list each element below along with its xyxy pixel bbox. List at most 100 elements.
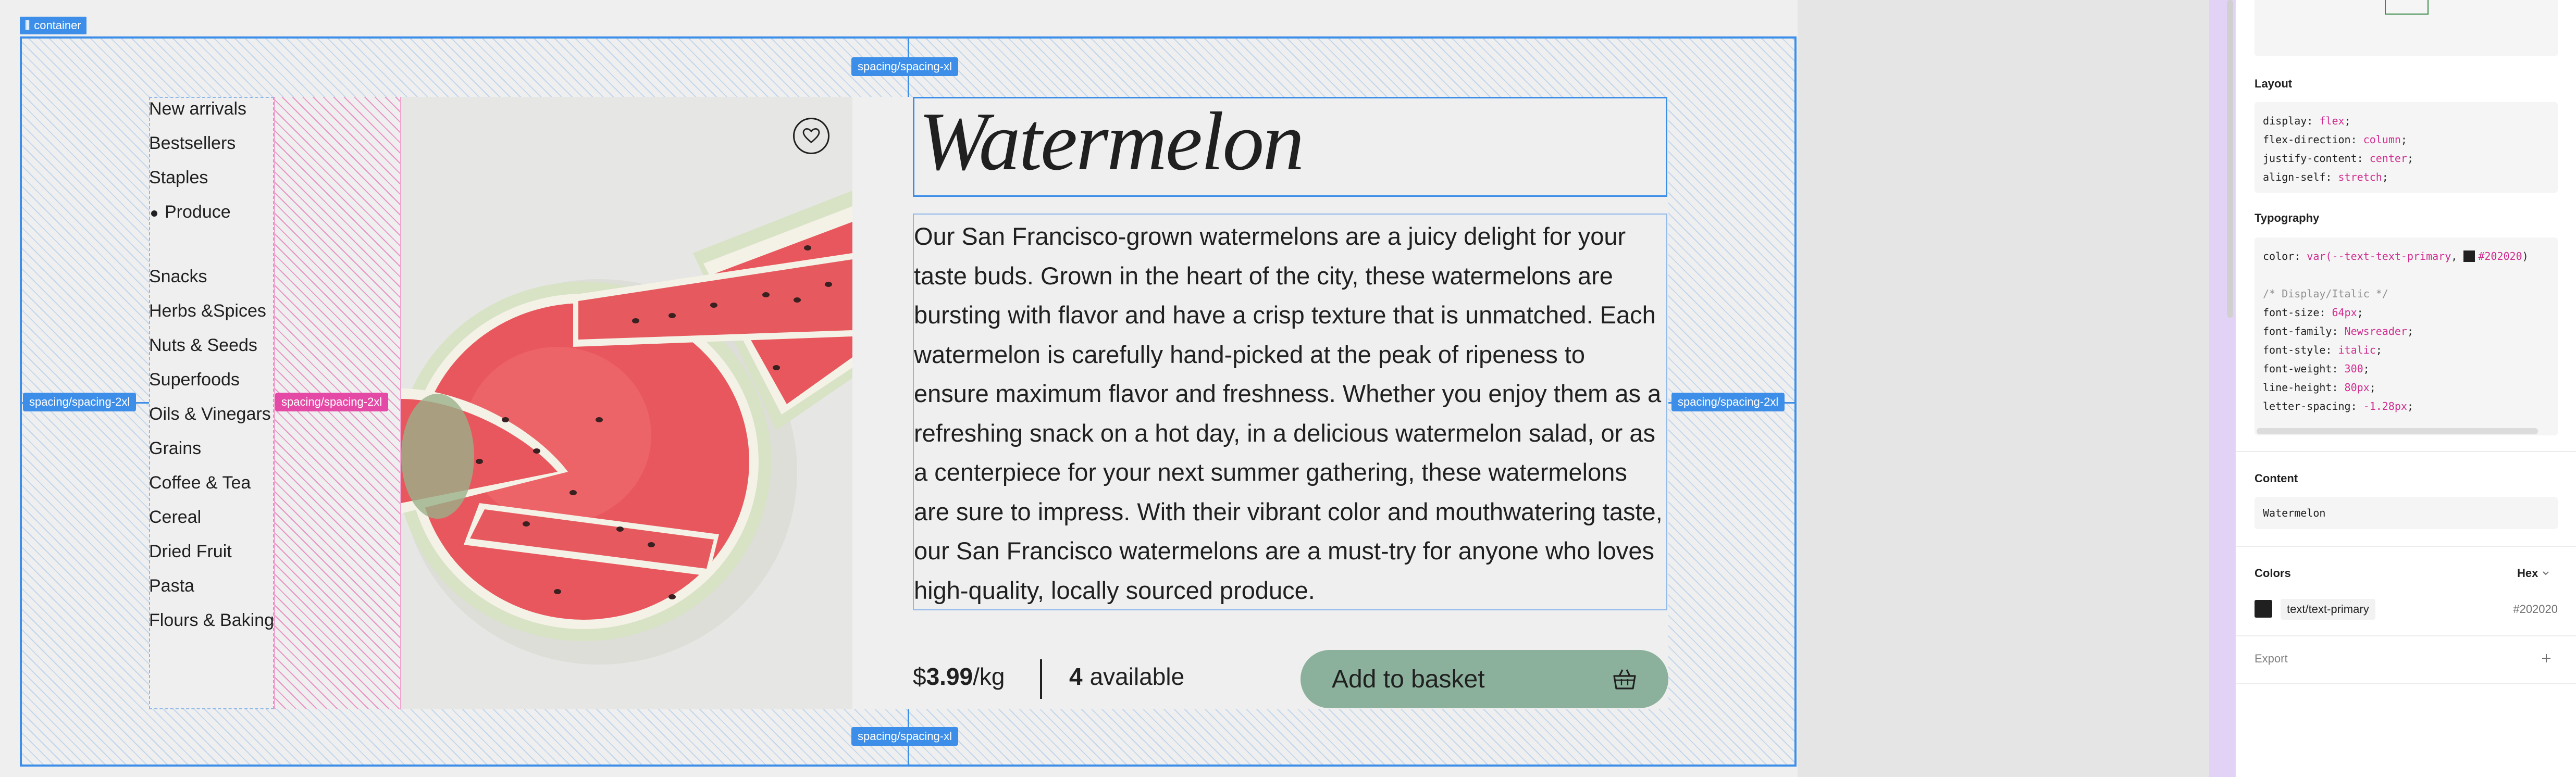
category-grains[interactable]: Grains (149, 438, 201, 459)
chevron-down-icon (2543, 571, 2549, 575)
css-property: color: (2263, 250, 2307, 262)
css-property: line-height: (2263, 381, 2345, 394)
plus-icon (2542, 654, 2550, 662)
content-preview (2255, 0, 2558, 56)
css-property: flex-direction: (2263, 133, 2363, 146)
code-comment: /* Display/Italic */ (2263, 287, 2388, 300)
css-terminator: ; (2357, 306, 2363, 319)
code-line: font-family: Newsreader; (2263, 322, 2549, 341)
add-to-basket-label: Add to basket (1332, 665, 1485, 693)
css-terminator: ; (2369, 381, 2376, 394)
category-coffee-tea[interactable]: Coffee & Tea (149, 473, 251, 493)
color-format-label: Hex (2517, 567, 2538, 580)
category-pasta[interactable]: Pasta (149, 576, 194, 596)
product-description: Our San Francisco-grown watermelons are … (913, 214, 1667, 610)
layout-code[interactable]: display: flex; flex-direction: column; j… (2255, 102, 2558, 193)
css-value: italic (2338, 344, 2376, 356)
content-value[interactable]: Watermelon (2255, 497, 2558, 529)
container-frame-tag[interactable]: ⫼ container (20, 17, 86, 34)
category-nuts-seeds[interactable]: Nuts & Seeds (149, 335, 257, 356)
css-property: font-size: (2263, 306, 2332, 319)
category-oils-vinegars[interactable]: Oils & Vinegars (149, 404, 271, 424)
available-label: available (1089, 663, 1185, 690)
product-price: $3.99/kg (913, 662, 1005, 691)
code-line: font-size: 64px; (2263, 303, 2549, 322)
css-property: letter-spacing: (2263, 400, 2363, 412)
layout-section-title: Layout (2255, 77, 2293, 90)
css-value: column (2363, 133, 2401, 146)
section-divider (2236, 635, 2576, 636)
code-line: line-height: 80px; (2263, 378, 2549, 397)
category-flours-baking[interactable]: Flours & Baking (149, 610, 274, 631)
category-herbs-spices[interactable]: Herbs &Spices (149, 301, 266, 321)
category-snacks[interactable]: Snacks (149, 267, 207, 287)
category-bestsellers[interactable]: Bestsellers (149, 133, 236, 154)
favorite-button[interactable] (793, 118, 829, 154)
code-line: flex-direction: column; (2263, 130, 2549, 149)
section-divider (2236, 683, 2576, 684)
code-line: justify-content: center; (2263, 149, 2549, 168)
css-function: var( (2307, 250, 2332, 262)
category-superfoods[interactable]: Superfoods (149, 370, 240, 390)
category-dried-fruit[interactable]: Dried Fruit (149, 542, 232, 562)
price-currency: $ (913, 663, 926, 690)
code-line: display: flex; (2263, 111, 2549, 130)
design-canvas[interactable]: ⫼ container spacing/spacing-xl spacing/s… (0, 0, 2209, 777)
color-row[interactable]: text/text-primary #202020 (2255, 599, 2558, 620)
category-new-arrivals[interactable]: New arrivals (149, 99, 246, 119)
css-value: 64px (2332, 306, 2357, 319)
css-property: font-style: (2263, 344, 2338, 356)
category-cereal[interactable]: Cereal (149, 507, 201, 528)
export-add-button[interactable] (2536, 648, 2557, 669)
spacing-label-left: spacing/spacing-2xl (23, 393, 137, 411)
color-swatch-icon (2463, 250, 2475, 262)
color-swatch-icon (2255, 600, 2272, 618)
price-amount: 3.99 (926, 663, 973, 690)
heart-icon (802, 128, 820, 144)
product-image (401, 97, 852, 709)
css-value: -1.28px (2363, 400, 2407, 412)
available-count: 4 (1069, 663, 1083, 690)
spacing-label-right: spacing/spacing-2xl (1671, 393, 1785, 411)
code-line: font-style: italic; (2263, 341, 2549, 359)
code-line: align-self: stretch; (2263, 168, 2549, 186)
typography-horizontal-scrollbar[interactable] (2257, 428, 2538, 434)
css-terminator: ; (2363, 362, 2370, 375)
css-terminator: ; (2382, 171, 2388, 183)
preview-thumbnail (2385, 0, 2429, 15)
color-token-name: text/text-primary (2281, 599, 2375, 620)
css-close: ) (2522, 250, 2529, 262)
css-value: 80px (2344, 381, 2370, 394)
css-terminator: ; (2344, 115, 2351, 127)
code-line: font-weight: 300; (2263, 359, 2549, 378)
frame-icon: ⫼ (25, 20, 30, 31)
category-staples[interactable]: Staples (149, 168, 208, 188)
canvas-scrollbar[interactable] (2227, 0, 2233, 318)
typography-code[interactable]: color: var(--text-text-primary, #202020)… (2255, 237, 2558, 435)
export-section-title: Export (2255, 652, 2288, 665)
content-section-title: Content (2255, 472, 2298, 485)
css-value: Newsreader (2344, 325, 2407, 337)
price-unit: /kg (973, 663, 1005, 690)
basket-icon (1613, 669, 1636, 690)
css-property: font-weight: (2263, 362, 2345, 375)
css-terminator: ; (2407, 400, 2413, 412)
css-value: stretch (2338, 171, 2382, 183)
code-blank (2263, 266, 2549, 284)
category-produce[interactable]: Produce (149, 202, 231, 222)
code-line-color: color: var(--text-text-primary, #202020) (2263, 247, 2549, 266)
css-value: 300 (2344, 362, 2363, 375)
css-property: font-family: (2263, 325, 2345, 337)
color-format-select[interactable]: Hex (2517, 567, 2549, 580)
spacing-label-middle: spacing/spacing-2xl (275, 393, 389, 411)
css-separator: , (2451, 250, 2464, 262)
css-property: align-self: (2263, 171, 2338, 183)
css-terminator: ; (2400, 133, 2407, 146)
price-divider (1040, 659, 1042, 699)
availability: 4 available (1069, 662, 1184, 691)
add-to-basket-button[interactable]: Add to basket (1301, 650, 1668, 708)
category-sidebar: New arrivals Bestsellers Staples Produce… (149, 97, 274, 709)
css-value: center (2369, 152, 2407, 165)
container-tag-label: container (34, 19, 81, 32)
css-property: display: (2263, 115, 2320, 127)
